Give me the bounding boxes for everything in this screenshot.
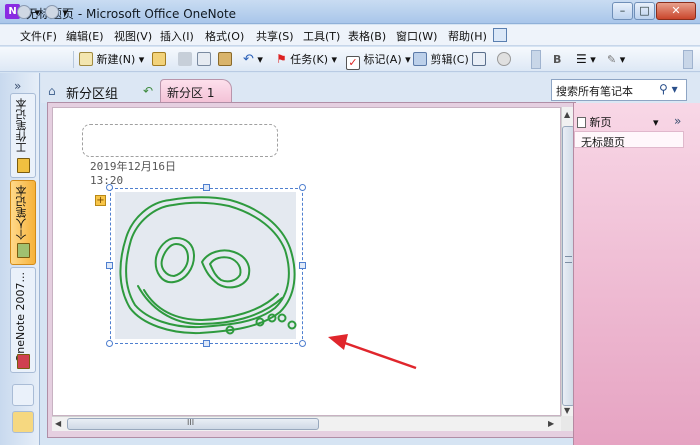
new-page-label: 新页 [589, 116, 612, 129]
forward-button[interactable]: ▾ [45, 4, 68, 21]
scroll-grip: III [187, 418, 195, 427]
resize-handle-right[interactable] [299, 262, 306, 269]
maximize-button[interactable]: □ [634, 2, 655, 20]
scissors-icon [178, 52, 192, 66]
menu-table[interactable]: 表格(B) [348, 28, 386, 44]
tab-section-1[interactable]: 新分区 1 [160, 79, 232, 103]
resize-handle-left[interactable] [106, 262, 113, 269]
unfiled-notes-icon[interactable] [12, 384, 34, 406]
cut-button[interactable] [178, 51, 192, 68]
page-tab-untitled[interactable]: 无标题页 [574, 131, 684, 149]
new-page-button[interactable]: 新页 ▾ [577, 114, 659, 130]
scroll-down-arrow[interactable]: ▼ [564, 406, 570, 415]
red-arrow-annotation [328, 334, 417, 370]
email-icon [152, 52, 166, 66]
sync-icon [497, 52, 511, 66]
menu-share[interactable]: 共享(S) [256, 28, 294, 44]
scroll-grip [565, 256, 572, 263]
help-window-icon[interactable] [493, 28, 507, 42]
clip-icon [413, 52, 427, 66]
copy-icon [197, 52, 211, 66]
copy-button[interactable] [197, 51, 211, 68]
resize-handle-top-left[interactable] [106, 184, 113, 191]
clip-label: 剪辑(C) [430, 53, 469, 66]
menu-help[interactable]: 帮助(H) [448, 28, 487, 44]
undo-button[interactable]: ↶ ▾ [243, 51, 263, 68]
menu-tools[interactable]: 工具(T) [303, 28, 340, 44]
minimize-button[interactable]: – [612, 2, 633, 20]
notebook-label: 个人笔记本 [15, 185, 28, 240]
new-page-icon [577, 117, 586, 128]
menu-format[interactable]: 格式(O) [205, 28, 244, 44]
navigate-up-icon[interactable]: ↶ [143, 84, 153, 98]
close-button[interactable]: ✕ [656, 2, 696, 20]
section-tab-label: 新分区 1 [167, 86, 215, 100]
new-page-icon [79, 52, 93, 66]
checkbox-icon: ✓ [346, 56, 360, 70]
sync-button[interactable] [497, 51, 511, 68]
notebook-icon [17, 243, 30, 258]
scroll-right-arrow[interactable]: ▶ [548, 419, 554, 428]
notebook-icon [17, 158, 30, 173]
new-label: 新建(N) [96, 53, 136, 66]
new-button[interactable]: 新建(N) ▾ [79, 51, 144, 68]
notebook-label: 工作笔记本 [15, 98, 28, 153]
resize-handle-top-right[interactable] [299, 184, 306, 191]
resize-handle-bottom-right[interactable] [299, 340, 306, 347]
email-button[interactable] [152, 51, 166, 68]
scroll-left-arrow[interactable]: ◀ [55, 419, 61, 428]
paste-icon [218, 52, 232, 66]
undo-icon: ↶ [243, 52, 254, 67]
task-label: 任务(K) [290, 53, 329, 66]
bullets-button[interactable]: ☰ ▾ [576, 51, 596, 68]
tag-label: 标记(A) [363, 53, 402, 66]
resize-handle-bottom[interactable] [203, 340, 210, 347]
ink-drawing[interactable] [110, 188, 303, 344]
back-button[interactable]: ▾ [17, 4, 40, 21]
page-date: 2019年12月16日 [90, 160, 176, 173]
highlight-icon: ✎ [607, 53, 617, 66]
expand-nav-button[interactable]: » [14, 79, 21, 93]
menu-insert[interactable]: 插入(I) [160, 28, 194, 44]
expand-outline-icon[interactable]: + [95, 195, 106, 206]
toolbar-separator [73, 51, 74, 68]
notebook-label: OneNote 2007... [14, 272, 27, 363]
notebook-tab-onenote-guide[interactable]: OneNote 2007... [10, 267, 36, 373]
page-tabs-pane [573, 103, 700, 445]
section-group-label[interactable]: 新分区组 [66, 83, 118, 102]
section-group-icon: ⌂ [48, 84, 56, 98]
resize-handle-bottom-left[interactable] [106, 340, 113, 347]
paste-button[interactable] [218, 51, 232, 68]
page-title-box[interactable] [82, 124, 278, 157]
search-icon[interactable]: ⚲ ▾ [659, 82, 678, 96]
task-button[interactable]: ⚑ 任务(K) ▾ [276, 51, 337, 68]
formatting-toolbar-options[interactable] [683, 50, 693, 69]
tag-button[interactable]: ✓ 标记(A) ▾ [346, 51, 411, 70]
menu-window[interactable]: 窗口(W) [396, 28, 437, 44]
menu-edit[interactable]: 编辑(E) [66, 28, 104, 44]
table-button[interactable] [472, 51, 486, 68]
menu-view[interactable]: 视图(V) [114, 28, 152, 44]
all-notebooks-icon[interactable] [12, 411, 34, 433]
bold-button[interactable]: B [553, 51, 561, 68]
menu-file[interactable]: 文件(F) [20, 28, 57, 44]
collapse-page-tabs-button[interactable]: » [674, 114, 681, 128]
chevron-down-icon: ▾ [653, 116, 659, 129]
scroll-up-arrow[interactable]: ▲ [564, 110, 570, 119]
flag-icon: ⚑ [276, 52, 287, 66]
clip-button[interactable]: 剪辑(C) [413, 51, 469, 68]
table-icon [472, 52, 486, 66]
highlight-button[interactable]: ✎ ▾ [607, 51, 625, 68]
notebook-icon [17, 354, 30, 369]
toolbar-options-button[interactable] [531, 50, 541, 69]
notebook-tab-personal[interactable]: 个人笔记本 [10, 180, 36, 265]
notebook-tab-work[interactable]: 工作笔记本 [10, 93, 36, 178]
bullets-icon: ☰ [576, 52, 587, 66]
resize-handle-top[interactable] [203, 184, 210, 191]
